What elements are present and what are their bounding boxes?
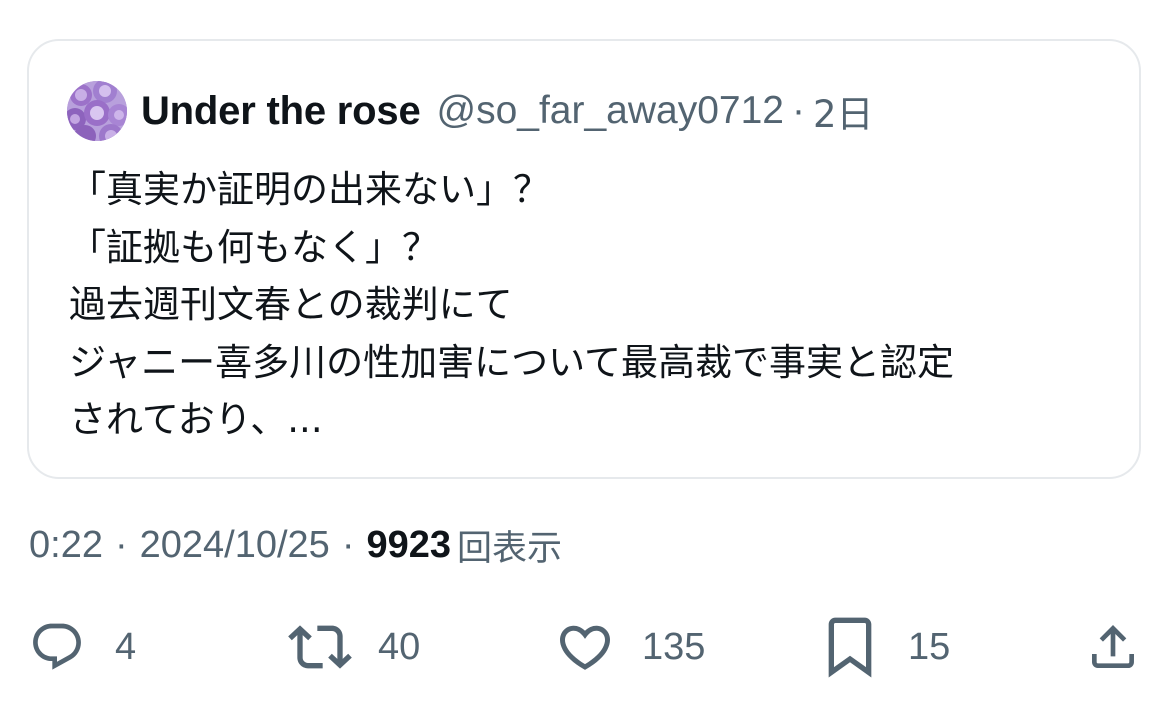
bookmark-count: 15 (908, 625, 951, 668)
quoted-text-line: 「真実か証明の出来ない」？ (69, 168, 550, 211)
like-button[interactable]: 135 (555, 612, 705, 682)
purple-rose-avatar-icon[interactable] (67, 81, 127, 141)
time-ago[interactable]: 2日 (813, 84, 874, 138)
quoted-tweet-card[interactable]: Under the rose @so_far_away0712 · 2日 「真実… (27, 39, 1141, 479)
quoted-tweet-header: Under the rose @so_far_away0712 · 2日 (67, 79, 874, 143)
action-bar: 4 40 135 15 (0, 612, 1170, 682)
retweet-icon (288, 615, 352, 679)
reply-icon (29, 619, 85, 675)
share-button[interactable] (1085, 612, 1141, 682)
reply-count: 4 (115, 625, 137, 668)
bookmark-icon (822, 615, 878, 679)
quoted-text-line: 過去週刊文春との裁判にて (69, 283, 513, 326)
share-icon (1085, 617, 1141, 677)
reply-button[interactable]: 4 (29, 612, 136, 682)
retweet-count: 40 (378, 625, 421, 668)
bookmark-button[interactable]: 15 (822, 612, 950, 682)
tweet-meta: 0:22 · 2024/10/25 · 9923 回表示 (29, 518, 562, 572)
quoted-tweet-text: 「真実か証明の出来ない」？ 「証拠も何もなく」？ 過去週刊文春との裁判にて ジャ… (69, 161, 1119, 449)
display-name[interactable]: Under the rose (141, 89, 421, 134)
separator-dot: · (791, 89, 805, 132)
views-count: 9923 (366, 523, 452, 566)
separator-dot: · (341, 523, 355, 566)
post-date[interactable]: 2024/10/25 (140, 524, 330, 567)
post-time[interactable]: 0:22 (29, 524, 103, 567)
heart-icon (555, 617, 615, 677)
retweet-button[interactable]: 40 (288, 612, 420, 682)
views-label: 回表示 (457, 528, 563, 569)
user-handle[interactable]: @so_far_away0712 (437, 89, 784, 133)
quoted-text-line: されており、... (69, 398, 323, 441)
quoted-text-line: 「証拠も何もなく」？ (69, 225, 439, 269)
separator-dot: · (114, 523, 128, 566)
like-count: 135 (642, 625, 706, 668)
quoted-text-line: ジャニー喜多川の性加害について最高裁で事実と認定 (69, 340, 955, 384)
